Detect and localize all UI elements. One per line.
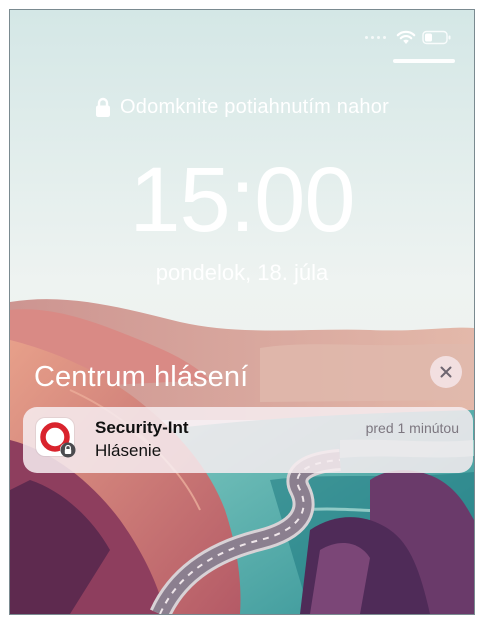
wifi-icon <box>396 30 416 44</box>
unlock-hint: Odomknite potiahnutím nahor <box>10 96 474 119</box>
security-int-app-icon <box>36 418 76 458</box>
lock-icon <box>96 97 111 117</box>
notification-center-title: Centrum hlásení <box>34 361 249 393</box>
clock-date: pondelok, 18. júla <box>155 260 329 285</box>
status-bar <box>365 30 452 45</box>
lock-screen: Odomknite potiahnutím nahor 15:00 pondel… <box>9 9 475 615</box>
battery-icon <box>422 30 451 45</box>
clear-notifications-button[interactable] <box>430 356 462 388</box>
notification-app-name: Security-Int <box>95 418 189 437</box>
cellular-signal-icon <box>365 36 386 39</box>
control-center-indicator[interactable] <box>393 59 455 63</box>
unlock-hint-text: Odomknite potiahnutím nahor <box>120 96 389 118</box>
lock-badge-icon <box>60 442 76 458</box>
notification-body: Hlásenie <box>95 441 162 460</box>
clock-time: 15:00 <box>129 149 355 251</box>
notification-card[interactable]: Security-Int pred 1 minútou Hlásenie <box>23 407 473 473</box>
notification-time: pred 1 minútou <box>365 420 459 436</box>
close-icon <box>440 366 452 378</box>
